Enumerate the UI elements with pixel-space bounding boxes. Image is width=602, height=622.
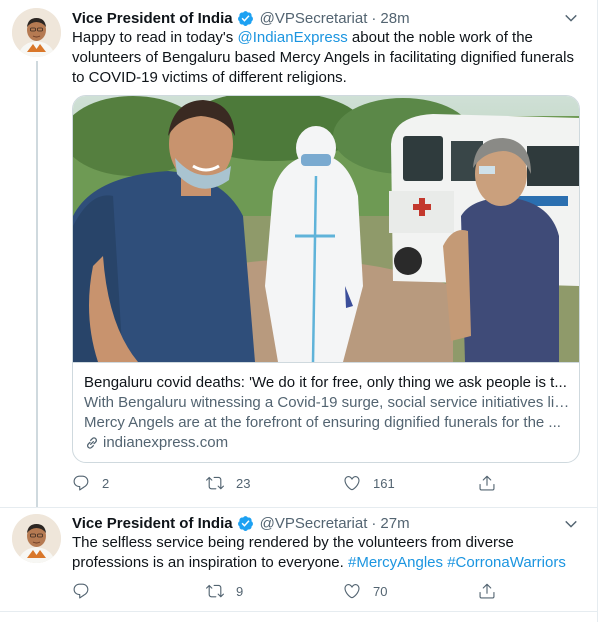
- tweet-divider: [0, 611, 598, 612]
- share-button[interactable]: [478, 582, 496, 600]
- like-button[interactable]: 161: [343, 474, 395, 492]
- avatar[interactable]: [12, 514, 61, 563]
- retweet-icon: [206, 476, 224, 490]
- reply-icon: [73, 583, 89, 599]
- retweet-button[interactable]: 23: [206, 474, 250, 492]
- card-domain: indianexpress.com: [84, 433, 228, 453]
- chevron-down-icon[interactable]: [562, 515, 580, 533]
- share-icon: [479, 583, 495, 599]
- like-button[interactable]: 70: [343, 582, 387, 600]
- author-name[interactable]: Vice President of India: [72, 515, 233, 532]
- card-title: Bengaluru covid deaths: 'We do it for fr…: [84, 374, 567, 391]
- like-count: 70: [373, 583, 388, 599]
- card-description-line-2: Mercy Angels are at the forefront of ens…: [84, 414, 561, 431]
- article-photo: [73, 96, 579, 362]
- tweet-header: Vice President of India @VPSecretariat ·…: [72, 8, 410, 28]
- like-count: 161: [373, 475, 395, 491]
- thread-connector-line: [36, 61, 38, 507]
- card-domain-text: indianexpress.com: [103, 434, 229, 451]
- hashtag-link[interactable]: #MercyAngles: [348, 554, 443, 571]
- card-description: With Bengaluru witnessing a Covid-19 sur…: [84, 393, 570, 433]
- author-handle[interactable]: @VPSecretariat: [260, 515, 368, 532]
- tweet-text-start: Happy to read in today's: [72, 29, 238, 46]
- mention-link[interactable]: @IndianExpress: [237, 29, 347, 46]
- tweet-timestamp[interactable]: 28m: [380, 10, 409, 27]
- link-preview-card[interactable]: Bengaluru covid deaths: 'We do it for fr…: [72, 95, 580, 463]
- tweet-actions: 2 23 161: [72, 474, 512, 496]
- reply-button[interactable]: 2: [72, 474, 109, 492]
- tweet-header: Vice President of India @VPSecretariat ·…: [72, 513, 410, 533]
- like-icon: [344, 476, 360, 491]
- card-info[interactable]: Bengaluru covid deaths: 'We do it for fr…: [73, 362, 579, 462]
- tweet-2[interactable]: Vice President of India @VPSecretariat ·…: [0, 507, 602, 611]
- card-description-line-1: With Bengaluru witnessing a Covid-19 sur…: [84, 394, 570, 411]
- tweet-text: The selfless service being rendered by t…: [72, 533, 582, 573]
- separator-dot: ·: [371, 514, 377, 532]
- like-icon: [344, 584, 360, 599]
- author-handle[interactable]: @VPSecretariat: [260, 10, 368, 27]
- separator-dot: ·: [371, 9, 377, 27]
- link-icon: [87, 437, 97, 449]
- share-button[interactable]: [478, 474, 496, 492]
- hashtag-link[interactable]: #CorronaWarriors: [447, 554, 566, 571]
- verified-badge-icon: [237, 515, 253, 531]
- verified-badge-icon: [237, 10, 253, 26]
- avatar[interactable]: [12, 8, 61, 57]
- retweet-button[interactable]: 9: [206, 582, 243, 600]
- tweet-text: Happy to read in today's @IndianExpress …: [72, 28, 582, 88]
- tweet-timestamp[interactable]: 27m: [380, 515, 409, 532]
- retweet-count: 9: [236, 583, 244, 599]
- retweet-count: 23: [236, 475, 251, 491]
- reply-button[interactable]: [72, 582, 102, 600]
- tweet-1[interactable]: Vice President of India @VPSecretariat ·…: [0, 0, 602, 507]
- avatar-portrait-image: [12, 8, 61, 57]
- avatar-portrait-image: [12, 514, 61, 563]
- author-name[interactable]: Vice President of India: [72, 10, 233, 27]
- share-icon: [479, 475, 495, 491]
- chevron-down-icon[interactable]: [562, 9, 580, 27]
- tweet-actions: 9 70: [72, 582, 512, 604]
- reply-icon: [73, 475, 89, 491]
- reply-count: 2: [102, 475, 110, 491]
- retweet-icon: [206, 584, 224, 598]
